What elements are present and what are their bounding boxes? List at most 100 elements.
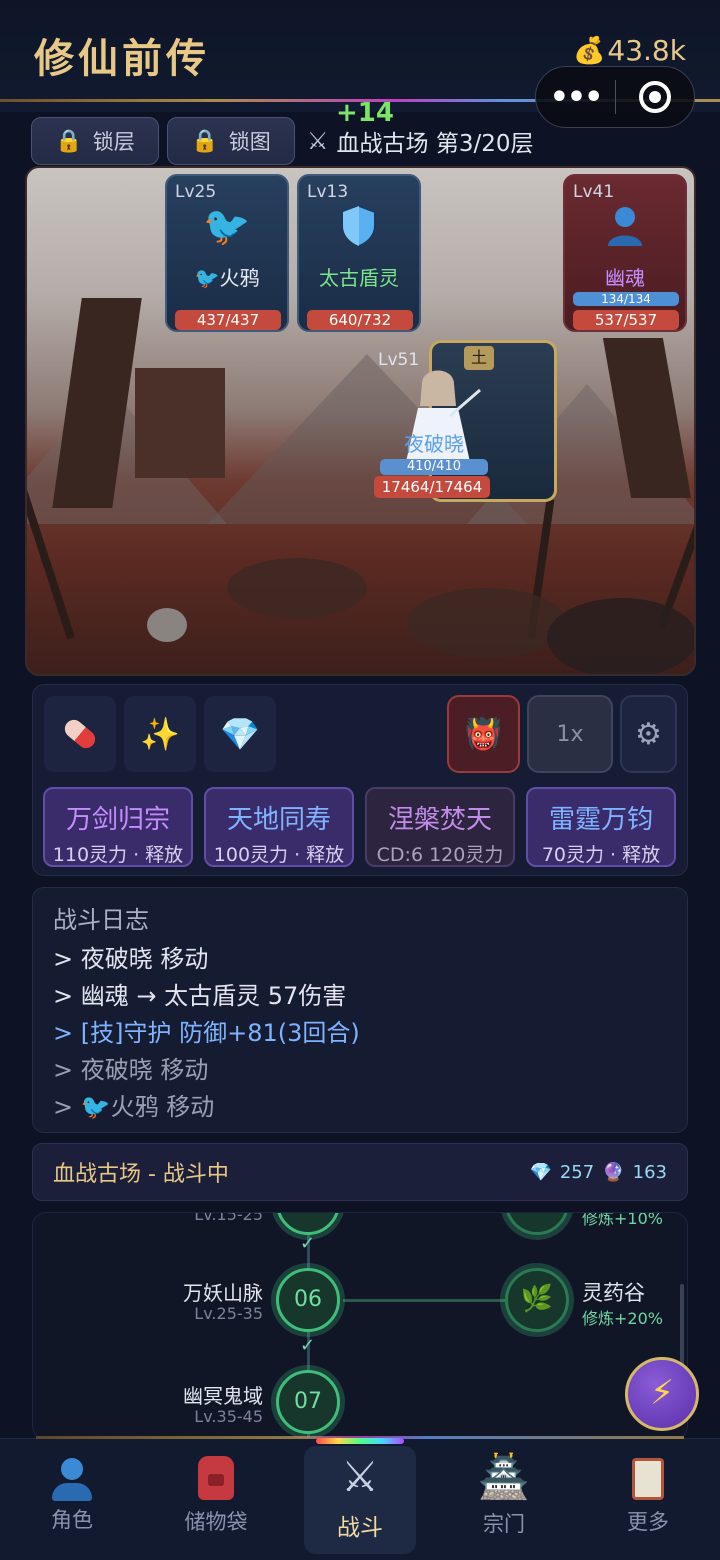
- skill-cost: CD:6 120灵力: [376, 844, 504, 866]
- unit-name: 太古盾灵: [319, 266, 399, 290]
- tab-character[interactable]: 角色: [16, 1446, 128, 1554]
- area-level: Lv.35-45: [194, 1407, 263, 1426]
- red-bird-icon: 🐦: [203, 204, 251, 248]
- hero-name: 夜破晓: [404, 432, 464, 456]
- mini-program-capsule: •••: [535, 66, 695, 128]
- enemy-card-ghost[interactable]: Lv41 幽魂 134/134 537/537: [563, 174, 687, 332]
- clipboard-icon: [632, 1458, 664, 1500]
- tab-label: 角色: [51, 1508, 93, 1532]
- skill-name: 雷霆万钧: [548, 805, 653, 835]
- more-menu-button[interactable]: •••: [536, 80, 615, 115]
- backpack-icon: [198, 1456, 234, 1500]
- area-name: 幽冥鬼域: [183, 1384, 263, 1408]
- herb-valley-node[interactable]: 🌿: [505, 1268, 569, 1332]
- tab-more[interactable]: 更多: [592, 1446, 704, 1554]
- target-icon: [638, 81, 671, 113]
- skill-button-4[interactable]: 雷霆万钧 70灵力 · 释放: [526, 787, 676, 867]
- gold-counter: 💰 43.8k: [573, 34, 686, 67]
- lock-map-button[interactable]: 🔒 锁图: [167, 117, 295, 165]
- close-program-button[interactable]: [616, 81, 694, 113]
- skill-button-1[interactable]: 万剑归宗 110灵力 · 释放: [43, 787, 193, 867]
- battle-log[interactable]: 战斗日志 > 夜破晓 移动 > 幽魂 → 太古盾灵 57伤害 > [技]守护 防…: [32, 887, 688, 1133]
- skill-name: 天地同寿: [226, 805, 331, 835]
- check-icon: ✓: [300, 1233, 316, 1254]
- battle-status-text: 血战古场 - 战斗中: [53, 1162, 229, 1187]
- ally-card-fire-crow[interactable]: Lv25 🐦 🐦火鸦 437/437: [165, 174, 289, 332]
- lock-map-label: 锁图: [228, 130, 271, 154]
- lightning-icon: ⚡: [650, 1373, 674, 1413]
- bone-pile: [227, 558, 367, 618]
- side-bonus: 修炼+10%: [582, 1212, 663, 1228]
- sparkle-item-button[interactable]: ✨: [124, 696, 196, 772]
- person-silhouette-icon: [565, 204, 685, 257]
- stage-label: 血战古场 第3/20层: [336, 131, 534, 157]
- hero-mp-bar: 410/410: [380, 459, 488, 475]
- skill-name: 涅槃焚天: [387, 805, 492, 835]
- skill-cost: 100灵力 · 释放: [213, 844, 345, 866]
- person-icon: [52, 1458, 92, 1502]
- tab-battle[interactable]: ⚔ 战斗: [304, 1446, 416, 1554]
- demon-mask-button[interactable]: 👹: [447, 695, 520, 773]
- skill-cost: 110灵力 · 释放: [52, 844, 184, 866]
- gem-count: 257: [559, 1161, 595, 1183]
- armor-pile: [547, 598, 694, 674]
- unit-level: Lv13: [307, 182, 349, 202]
- herb-icon: 🌿: [520, 1284, 554, 1314]
- area-level: Lv.25-35: [194, 1304, 263, 1323]
- log-line: > 🐦火鸦 移动: [53, 1093, 215, 1121]
- pagoda-icon: 🏯: [477, 1452, 531, 1501]
- map-node-07[interactable]: 07: [276, 1370, 340, 1434]
- tab-storage-bag[interactable]: 储物袋: [160, 1446, 272, 1554]
- tab-sect[interactable]: 🏯 宗门: [448, 1446, 560, 1554]
- stage-title: ⚔ 血战古场 第3/20层: [307, 124, 533, 158]
- bone-pile: [407, 588, 567, 658]
- skill-button-2[interactable]: 天地同寿 100灵力 · 释放: [204, 787, 354, 867]
- log-line: > 幽魂 → 太古盾灵 57伤害: [53, 982, 347, 1010]
- hp-bar: 537/537: [573, 310, 679, 330]
- settings-button[interactable]: ⚙: [620, 695, 677, 773]
- crystal-ball-icon: 🔮: [602, 1161, 625, 1183]
- skill-cost: 70灵力 · 释放: [541, 844, 661, 866]
- shield-icon: [299, 204, 419, 257]
- skill-button-3[interactable]: 涅槃焚天 CD:6 120灵力: [365, 787, 515, 867]
- ruined-gate: [135, 368, 225, 478]
- speed-button[interactable]: 1x: [527, 695, 613, 773]
- lightning-action-button[interactable]: ⚡: [625, 1357, 699, 1431]
- hero-hp-bar: 17464/17464: [374, 476, 490, 498]
- gold-value: 43.8k: [607, 34, 686, 67]
- crossed-swords-icon: ⚔: [341, 1452, 379, 1501]
- side-node-prev[interactable]: [505, 1213, 569, 1235]
- unit-name: 🐦火鸦: [194, 266, 260, 290]
- pill-icon: [61, 716, 99, 752]
- log-line: > [技]守护 防御+81(3回合): [53, 1019, 360, 1047]
- tab-label: 储物袋: [184, 1510, 248, 1534]
- lock-layer-label: 锁层: [92, 130, 135, 154]
- pill-item-button[interactable]: [44, 696, 116, 772]
- log-line: > 夜破晓 移动: [53, 1056, 209, 1084]
- tab-label: 更多: [627, 1510, 669, 1534]
- map-node-05[interactable]: [276, 1213, 340, 1235]
- battle-status-bar: 血战古场 - 战斗中 💎 257 🔮 163: [32, 1143, 688, 1201]
- app-title: 修仙前传: [34, 35, 210, 82]
- money-bag-icon: 💰: [573, 35, 606, 66]
- hp-bar: 437/437: [175, 310, 281, 330]
- tab-label: 战斗: [337, 1515, 383, 1541]
- check-icon: ✓: [300, 1335, 316, 1356]
- hp-bar: 640/732: [307, 310, 413, 330]
- area-level: Lv.15-25: [194, 1212, 263, 1224]
- lock-icon: 🔒: [55, 128, 83, 154]
- diamond-item-button[interactable]: 💎: [204, 696, 276, 772]
- battle-log-title: 战斗日志: [53, 906, 149, 934]
- tab-label: 宗门: [483, 1512, 525, 1536]
- side-bonus: 修炼+20%: [582, 1309, 663, 1328]
- ally-card-shield-spirit[interactable]: Lv13 太古盾灵 640/732: [297, 174, 421, 332]
- world-map[interactable]: Lv.15-25 修炼+10% ✓ 万妖山脉 Lv.25-35 06 🌿 灵药谷…: [32, 1212, 688, 1440]
- demon-mask-icon: 👹: [464, 716, 503, 752]
- unit-level: Lv25: [175, 182, 217, 202]
- skill-name: 万剑归宗: [65, 805, 170, 835]
- map-node-06[interactable]: 06: [276, 1268, 340, 1332]
- skull: [147, 608, 187, 642]
- sparkle-icon: ✨: [140, 715, 180, 753]
- area-name: 万妖山脉: [183, 1281, 263, 1305]
- lock-layer-button[interactable]: 🔒 锁层: [31, 117, 159, 165]
